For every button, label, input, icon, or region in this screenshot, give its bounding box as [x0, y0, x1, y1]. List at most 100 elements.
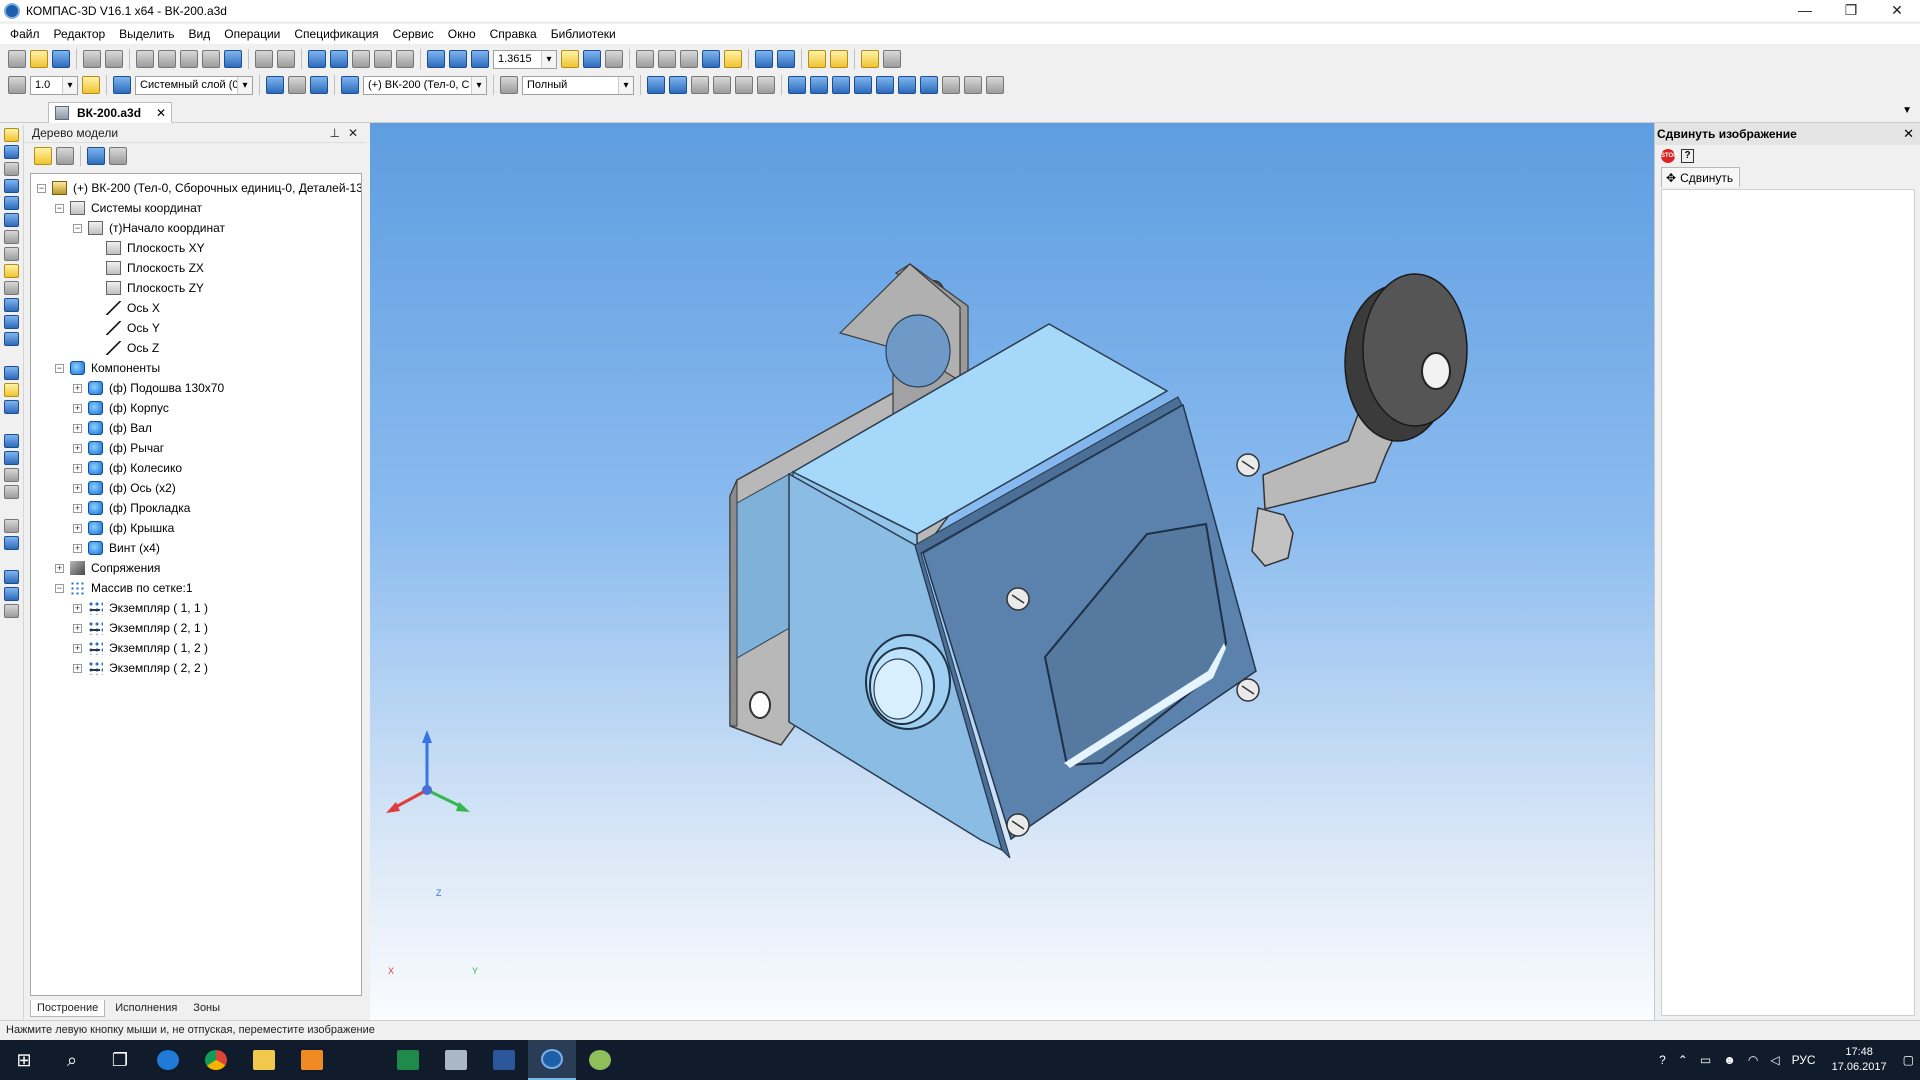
- tree-node[interactable]: + Экземпляр ( 1, 1 ): [73, 598, 208, 618]
- part-library-icon[interactable]: [647, 76, 665, 94]
- body-icon[interactable]: [4, 587, 19, 601]
- menu-window[interactable]: Окно: [448, 27, 476, 41]
- taskbar-edge[interactable]: [144, 1040, 192, 1080]
- menu-operations[interactable]: Операции: [224, 27, 280, 41]
- collision-icon[interactable]: [898, 76, 916, 94]
- expand-icon[interactable]: +: [73, 423, 82, 433]
- expand-icon[interactable]: +: [73, 603, 82, 613]
- wireframe-icon[interactable]: [636, 50, 654, 68]
- surfaces-icon[interactable]: [4, 162, 19, 176]
- close-panel-icon[interactable]: ✕: [1903, 126, 1914, 142]
- info-icon[interactable]: [986, 76, 1004, 94]
- tree-filter-icon[interactable]: [87, 147, 105, 165]
- step-combo[interactable]: 1.0: [30, 75, 78, 95]
- close-tab-icon[interactable]: ✕: [156, 106, 166, 120]
- undo-icon[interactable]: [255, 50, 273, 68]
- taskbar-media[interactable]: [288, 1040, 336, 1080]
- create-component-icon[interactable]: [810, 76, 828, 94]
- clock[interactable]: 17:48 17.06.2017: [1832, 1045, 1887, 1075]
- notifications-icon[interactable]: ▢: [1903, 1053, 1914, 1067]
- taskbar-app-1[interactable]: [384, 1040, 432, 1080]
- menu-view[interactable]: Вид: [189, 27, 211, 41]
- expand-icon[interactable]: +: [73, 463, 82, 473]
- reports-icon[interactable]: [4, 281, 19, 295]
- maximize-button[interactable]: ❐: [1828, 0, 1874, 21]
- tree-node[interactable]: + (ф) Ось (x2): [73, 478, 176, 498]
- build-order-icon[interactable]: [34, 147, 52, 165]
- cut-icon[interactable]: [136, 50, 154, 68]
- help-icon[interactable]: ?: [1681, 149, 1694, 163]
- task-view-button[interactable]: ❐: [96, 1040, 144, 1080]
- taskbar-chrome[interactable]: [192, 1040, 240, 1080]
- measure-diagnostics-icon[interactable]: [4, 230, 19, 244]
- filters-icon[interactable]: [4, 247, 19, 261]
- search-button[interactable]: ⌕: [48, 1040, 96, 1080]
- bom-icon[interactable]: [942, 76, 960, 94]
- close-tree-icon[interactable]: ✕: [348, 126, 358, 140]
- local-cs-icon[interactable]: [288, 76, 306, 94]
- shaded-icon[interactable]: [702, 50, 720, 68]
- draft-icon[interactable]: [4, 485, 19, 499]
- print-preview-icon[interactable]: [105, 50, 123, 68]
- tree-node[interactable]: Плоскость ZY: [91, 278, 204, 298]
- expand-icon[interactable]: +: [73, 443, 82, 453]
- component-icon[interactable]: [808, 50, 826, 68]
- variables-icon[interactable]: [352, 50, 370, 68]
- rib-icon[interactable]: [4, 519, 19, 533]
- close-window-button[interactable]: ✕: [1874, 0, 1920, 21]
- tree-node[interactable]: + Экземпляр ( 2, 1 ): [73, 618, 208, 638]
- context-help-icon[interactable]: [396, 50, 414, 68]
- assembly-icon[interactable]: [669, 76, 687, 94]
- view-mode-combo[interactable]: Полный: [522, 75, 634, 95]
- expand-icon[interactable]: +: [73, 663, 82, 673]
- new-document-icon[interactable]: [8, 50, 26, 68]
- taskbar-app-2[interactable]: [432, 1040, 480, 1080]
- save-icon[interactable]: [52, 50, 70, 68]
- tree-node[interactable]: Ось Y: [91, 318, 160, 338]
- array-icon[interactable]: [691, 76, 709, 94]
- fillet-icon[interactable]: [4, 451, 19, 465]
- language-indicator[interactable]: РУС: [1792, 1053, 1816, 1067]
- cursor-icon[interactable]: [310, 76, 328, 94]
- sketch-icon[interactable]: [4, 400, 19, 414]
- mates-toolbar-icon[interactable]: [4, 213, 19, 227]
- properties-icon[interactable]: [224, 50, 242, 68]
- zoom-icon[interactable]: [471, 50, 489, 68]
- taskbar-kompas[interactable]: [528, 1040, 576, 1080]
- orientation-icon[interactable]: [605, 50, 623, 68]
- expand-icon[interactable]: +: [73, 623, 82, 633]
- collapse-icon[interactable]: −: [55, 363, 64, 373]
- tree-node[interactable]: + Экземпляр ( 1, 2 ): [73, 638, 208, 658]
- auxiliary-geometry-icon[interactable]: [4, 196, 19, 210]
- measure-icon[interactable]: [374, 50, 392, 68]
- zoom-all-icon[interactable]: [449, 50, 467, 68]
- chamfer-icon[interactable]: [4, 468, 19, 482]
- collapse-icon[interactable]: −: [55, 203, 64, 213]
- tree-node[interactable]: + (ф) Подошва 130х70: [73, 378, 224, 398]
- hidden-lines-icon[interactable]: [658, 50, 676, 68]
- specification-icon[interactable]: [4, 264, 19, 278]
- tree-node[interactable]: + (ф) Вал: [73, 418, 152, 438]
- tab-zones[interactable]: Зоны: [187, 1000, 226, 1016]
- zoom-combo[interactable]: 1.3615: [493, 49, 557, 69]
- expand-icon[interactable]: +: [73, 543, 82, 553]
- tree-node[interactable]: + (ф) Крышка: [73, 518, 174, 538]
- model-combo[interactable]: (+) ВК-200 (Тел-0, С: [363, 75, 487, 95]
- collapse-icon[interactable]: −: [73, 223, 82, 233]
- thin-hidden-lines-icon[interactable]: [680, 50, 698, 68]
- expand-icon[interactable]: [4, 604, 19, 618]
- mold-icon[interactable]: [4, 383, 19, 397]
- thread-icon[interactable]: [4, 570, 19, 584]
- tree-node[interactable]: − Массив по сетке:1: [55, 578, 193, 598]
- pin-icon[interactable]: ⊥: [329, 126, 339, 140]
- orient-icon[interactable]: [266, 76, 284, 94]
- menu-specification[interactable]: Спецификация: [294, 27, 378, 41]
- document-tab[interactable]: ВК-200.a3d ✕: [48, 102, 172, 123]
- tab-versions[interactable]: Исполнения: [109, 1000, 183, 1016]
- tree-node[interactable]: − Системы координат: [55, 198, 202, 218]
- dimension-icon[interactable]: [757, 76, 775, 94]
- print-icon[interactable]: [83, 50, 101, 68]
- people-tray-icon[interactable]: ☻: [1723, 1053, 1736, 1067]
- expand-icon[interactable]: +: [73, 503, 82, 513]
- stop-icon[interactable]: STOP: [1661, 149, 1677, 163]
